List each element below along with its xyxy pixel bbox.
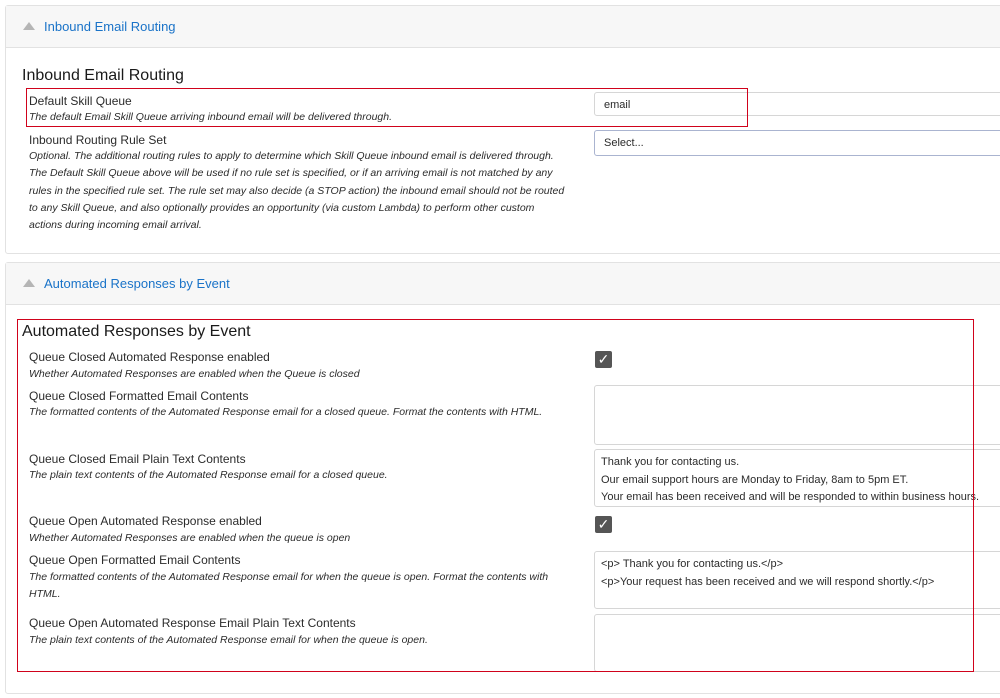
open-formatted-textarea[interactable]: <p> Thank you for contacting us.</p> <p>… — [594, 551, 1000, 609]
closed-formatted-help: The formatted contents of the Automated … — [29, 406, 543, 418]
closed-enabled-label: Queue Closed Automated Response enabled — [29, 350, 270, 364]
open-formatted-label: Queue Open Formatted Email Contents — [29, 553, 241, 567]
routing-rule-set-label: Inbound Routing Rule Set — [29, 133, 167, 147]
responses-section-title: Automated Responses by Event — [22, 323, 251, 340]
closed-enabled-help: Whether Automated Responses are enabled … — [29, 368, 360, 380]
default-skill-queue-label: Default Skill Queue — [29, 94, 132, 108]
help-line: actions during incoming email arrival. — [29, 219, 202, 232]
open-enabled-label: Queue Open Automated Response enabled — [29, 514, 262, 528]
inbound-panel-header[interactable]: Inbound Email Routing — [6, 6, 1000, 48]
default-skill-queue-input[interactable]: email — [594, 92, 1000, 116]
open-plain-label: Queue Open Automated Response Email Plai… — [29, 616, 356, 630]
responses-panel-header-title[interactable]: Automated Responses by Event — [44, 276, 230, 291]
default-skill-queue-help: The default Email Skill Queue arriving i… — [29, 111, 393, 123]
inbound-section-title: Inbound Email Routing — [22, 67, 184, 84]
help-line: The Default Skill Queue above will be us… — [29, 167, 553, 180]
open-formatted-help: The formatted contents of the Automated … — [29, 569, 589, 604]
closed-plain-help: The plain text contents of the Automated… — [29, 469, 388, 481]
help-line: to any Skill Queue, and also optionally … — [29, 201, 535, 214]
closed-enabled-checkbox[interactable]: ✓ — [595, 351, 612, 368]
collapse-triangle-icon[interactable] — [23, 22, 35, 30]
collapse-triangle-icon[interactable] — [23, 279, 35, 287]
open-enabled-help: Whether Automated Responses are enabled … — [29, 532, 351, 544]
closed-formatted-label: Queue Closed Formatted Email Contents — [29, 389, 249, 403]
help-line: Optional. The additional routing rules t… — [29, 150, 554, 162]
help-line: The formatted contents of the Automated … — [29, 571, 549, 583]
inbound-panel-header-title[interactable]: Inbound Email Routing — [44, 19, 176, 34]
closed-formatted-textarea[interactable] — [594, 385, 1000, 445]
textarea-line: Your email has been received and will be… — [601, 491, 980, 503]
responses-panel-header[interactable]: Automated Responses by Event — [6, 263, 1000, 305]
closed-plain-textarea[interactable]: Thank you for contacting us. Our email s… — [594, 449, 1000, 507]
help-line: rules in the specified rule set. The rul… — [29, 184, 565, 197]
textarea-line: <p>Your request has been received and we… — [601, 575, 935, 588]
help-line: HTML. — [29, 588, 61, 601]
closed-plain-label: Queue Closed Email Plain Text Contents — [29, 452, 246, 466]
textarea-line: <p> Thank you for contacting us.</p> — [601, 558, 784, 570]
open-enabled-checkbox[interactable]: ✓ — [595, 516, 612, 533]
open-plain-help: The plain text contents of the Automated… — [29, 634, 428, 646]
routing-rule-set-select[interactable]: Select... — [594, 130, 1000, 156]
textarea-line: Thank you for contacting us. — [601, 456, 740, 468]
open-plain-textarea[interactable] — [594, 614, 1000, 672]
routing-rule-set-help: Optional. The additional routing rules t… — [29, 148, 589, 234]
textarea-line: Our email support hours are Monday to Fr… — [601, 473, 909, 486]
